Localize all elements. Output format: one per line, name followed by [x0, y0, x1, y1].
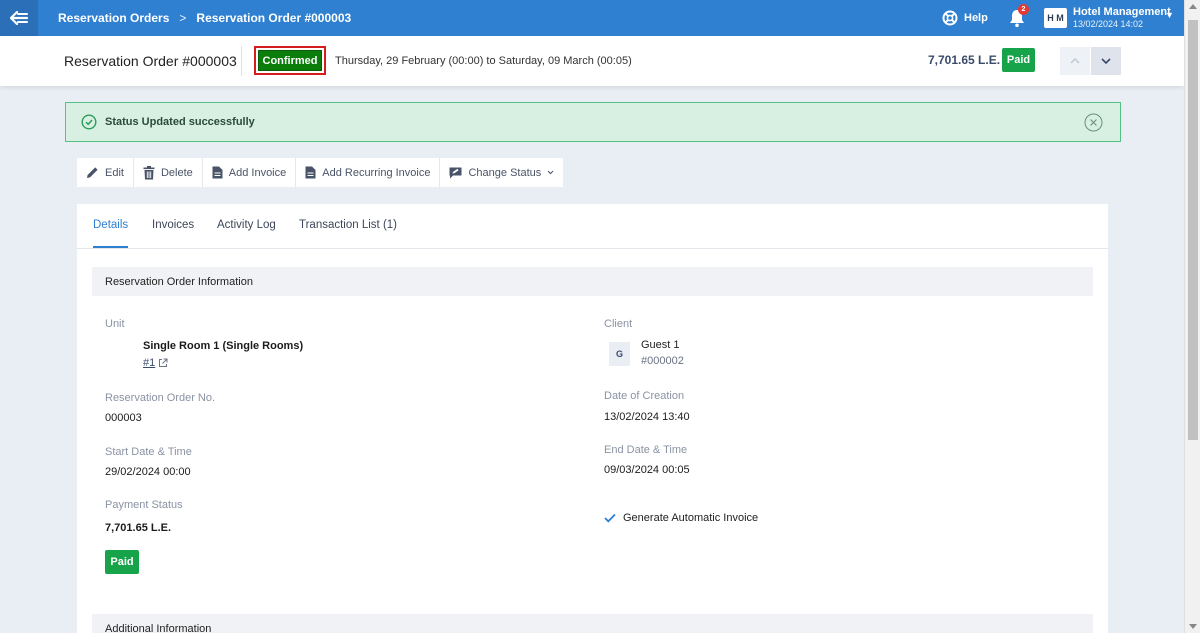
user-datetime: 13/02/2024 14:02	[1073, 19, 1144, 29]
arrow-left-icon	[10, 11, 28, 25]
client-id[interactable]: #000002	[641, 355, 684, 367]
tab-activity-log[interactable]: Activity Log	[217, 219, 276, 231]
scrollbar-thumb[interactable]	[1188, 20, 1198, 440]
help-label: Help	[964, 12, 988, 24]
payment-status-label: Payment Status	[105, 499, 183, 511]
breadcrumb-separator: >	[179, 11, 187, 25]
breadcrumb-reservation-orders[interactable]: Reservation Orders	[58, 11, 169, 25]
additional-section-title: Additional Information	[92, 614, 1093, 633]
client-avatar: G	[609, 342, 630, 366]
section-title: Reservation Order Information	[92, 267, 1093, 296]
external-link-icon	[159, 358, 168, 367]
auto-invoice-row: Generate Automatic Invoice	[604, 512, 758, 524]
scroll-up-arrow-icon[interactable]	[1189, 4, 1197, 9]
page-title: Reservation Order #000003	[64, 53, 237, 69]
notification-count-badge: 2	[1018, 4, 1029, 15]
creation-date-value: 13/02/2024 13:40	[604, 411, 690, 423]
next-order-button[interactable]	[1091, 47, 1121, 75]
notifications-button[interactable]: 2	[1008, 4, 1029, 28]
close-icon[interactable]	[1084, 113, 1103, 132]
tab-details[interactable]: Details	[93, 219, 128, 231]
document-icon	[212, 166, 223, 179]
edit-button[interactable]: Edit	[77, 158, 134, 187]
document-icon	[305, 166, 316, 179]
order-no-label: Reservation Order No.	[105, 392, 216, 404]
paid-badge: Paid	[105, 550, 139, 574]
unit-link[interactable]: #1	[143, 357, 168, 369]
chevron-down-icon	[547, 170, 554, 175]
order-total: 7,701.65 L.E.	[928, 53, 1001, 67]
start-date-label: Start Date & Time	[105, 446, 192, 458]
breadcrumb: Reservation Orders > Reservation Order #…	[58, 0, 351, 36]
check-icon	[604, 513, 616, 523]
status-badge: Confirmed	[258, 50, 322, 71]
breadcrumb-current: Reservation Order #000003	[196, 11, 352, 25]
order-no-value: 000003	[105, 412, 142, 424]
chevron-up-icon	[1070, 58, 1080, 64]
change-status-label: Change Status	[468, 166, 542, 179]
trash-icon	[143, 165, 155, 179]
unit-name: Single Room 1 (Single Rooms)	[143, 340, 304, 352]
message-edit-icon	[449, 167, 462, 178]
delete-label: Delete	[160, 166, 193, 179]
pencil-icon	[87, 167, 98, 178]
unit-link-text: #1	[143, 357, 156, 369]
add-recurring-invoice-button[interactable]: Add Recurring Invoice	[296, 158, 441, 187]
alert-message: Status Updated successfully	[105, 116, 255, 128]
previous-order-button[interactable]	[1060, 47, 1090, 75]
creation-date-label: Date of Creation	[604, 390, 685, 402]
details-panel: Details Invoices Activity Log Transactio…	[77, 204, 1108, 633]
change-status-button[interactable]: Change Status	[440, 158, 563, 187]
tab-transaction-list[interactable]: Transaction List (1)	[299, 219, 397, 231]
delete-button[interactable]: Delete	[134, 158, 203, 187]
help-button[interactable]: Help	[942, 0, 988, 36]
action-toolbar: Edit Delete Add Invoice Add Recurring In…	[77, 158, 564, 187]
page-scrollbar[interactable]	[1184, 0, 1200, 633]
end-date-value: 09/03/2024 00:05	[604, 464, 690, 476]
client-label: Client	[604, 318, 633, 330]
date-range: Thursday, 29 February (00:00) to Saturda…	[335, 55, 632, 67]
add-invoice-label: Add Invoice	[228, 166, 287, 179]
tab-invoices[interactable]: Invoices	[152, 219, 194, 231]
user-name[interactable]: Hotel Management	[1073, 6, 1171, 18]
client-name[interactable]: Guest 1	[641, 339, 680, 351]
chevron-down-icon	[1101, 58, 1111, 64]
edit-label: Edit	[105, 166, 124, 179]
auto-invoice-label: Generate Automatic Invoice	[623, 512, 759, 524]
add-recurring-invoice-label: Add Recurring Invoice	[322, 166, 431, 179]
lifebuoy-icon	[942, 10, 958, 26]
top-navbar: Reservation Orders > Reservation Order #…	[0, 0, 1184, 36]
avatar[interactable]: H M	[1044, 8, 1067, 28]
unit-label: Unit	[105, 318, 125, 330]
success-alert: Status Updated successfully	[65, 102, 1121, 142]
order-header: Reservation Order #000003 Confirmed Thur…	[0, 36, 1184, 86]
header-divider	[241, 46, 242, 76]
check-circle-icon	[81, 114, 97, 130]
caret-down-icon[interactable]: ▼	[1165, 10, 1174, 20]
active-tab-indicator	[93, 246, 128, 248]
payment-amount: 7,701.65 L.E.	[105, 522, 172, 534]
tab-bar: Details Invoices Activity Log Transactio…	[77, 204, 1108, 249]
back-button[interactable]	[0, 0, 38, 36]
end-date-label: End Date & Time	[604, 444, 688, 456]
payment-status-badge: Paid	[1002, 48, 1035, 72]
status-highlight-frame: Confirmed	[254, 46, 326, 75]
scroll-down-arrow-icon[interactable]	[1189, 624, 1197, 629]
start-date-value: 29/02/2024 00:00	[105, 466, 191, 478]
add-invoice-button[interactable]: Add Invoice	[203, 158, 297, 187]
